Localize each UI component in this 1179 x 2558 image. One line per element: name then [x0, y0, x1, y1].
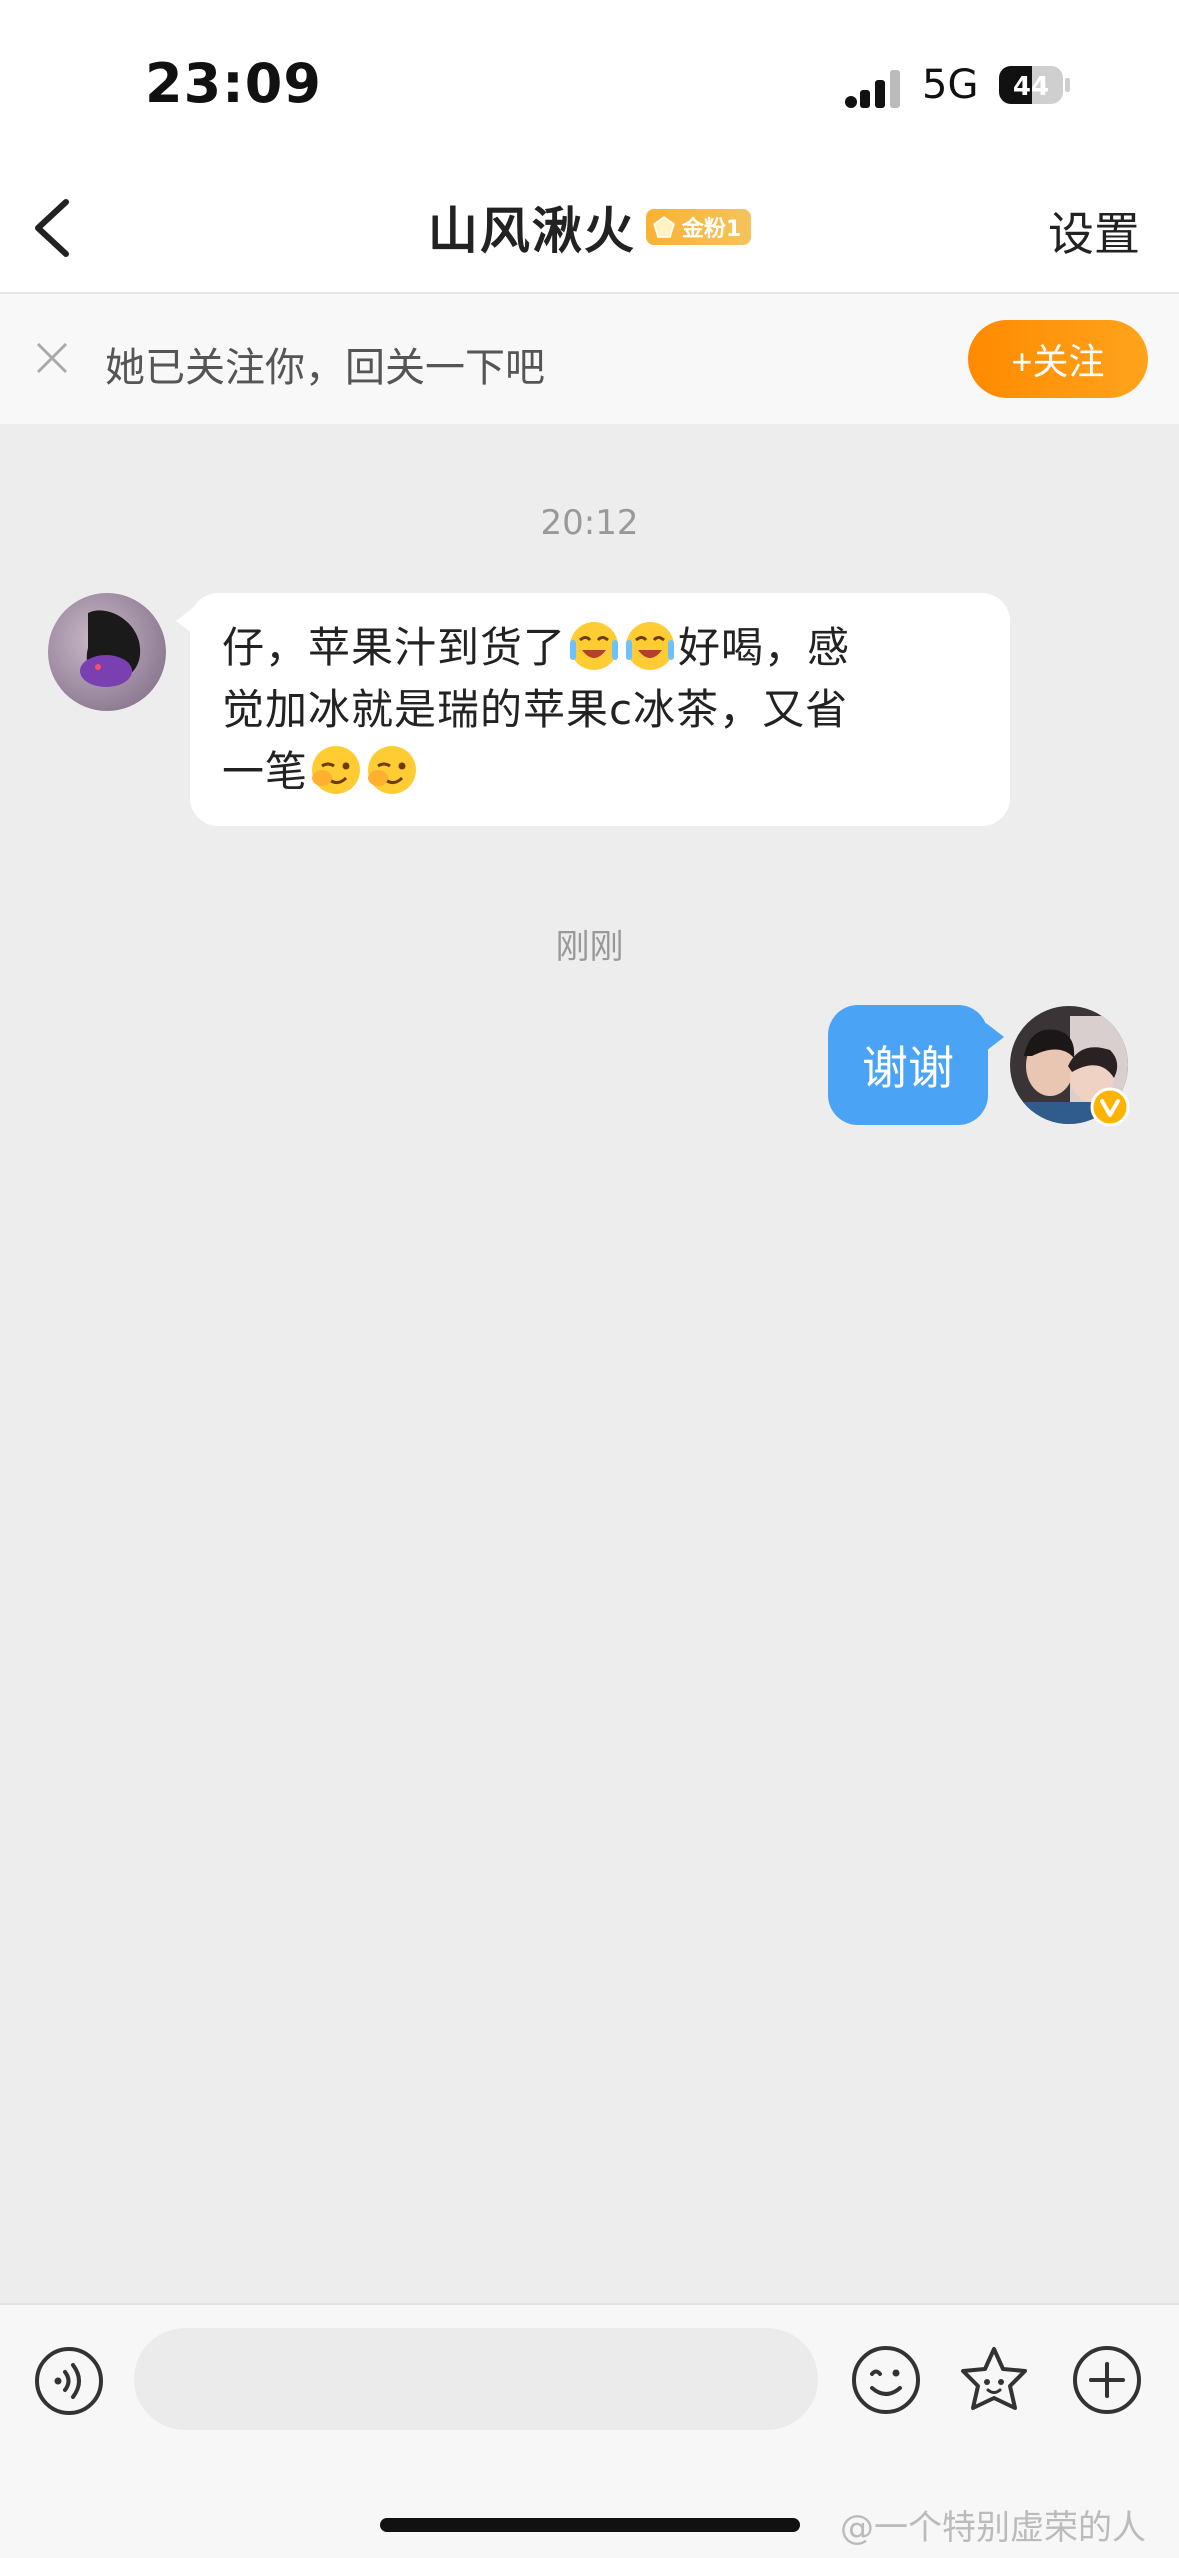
sticker-icon[interactable]: [958, 2344, 1030, 2416]
fan-badge: 金粉1: [645, 209, 752, 245]
voice-icon[interactable]: [34, 2346, 104, 2416]
incoming-message-text: 仔，苹果汁到货了 好喝，感 觉加冰就是瑞的苹果c冰茶，又省 一笔: [222, 617, 980, 803]
sender-avatar[interactable]: [48, 593, 166, 711]
fan-badge-label: 金粉1: [681, 217, 742, 242]
message-line-2: 觉加冰就是瑞的苹果c冰茶，又省: [222, 685, 849, 734]
message-line-1: 仔，苹果汁到货了: [222, 623, 567, 672]
message-input[interactable]: [134, 2328, 818, 2430]
wink-emoji-icon: [368, 746, 417, 794]
laugh-cry-emoji-icon: [626, 622, 675, 670]
gem-icon: [652, 216, 675, 238]
battery-level: 44: [1013, 72, 1049, 102]
message-timestamp: 20:12: [540, 503, 639, 543]
watermark: @一个特别虚荣的人: [840, 2508, 1146, 2548]
outgoing-message-bubble[interactable]: 谢谢: [828, 1005, 1004, 1125]
smile-icon[interactable]: [850, 2344, 922, 2416]
home-indicator[interactable]: [380, 2518, 800, 2532]
incoming-message-bubble[interactable]: 仔，苹果汁到货了 好喝，感 觉加冰就是瑞的苹果c冰茶，又省 一笔: [176, 593, 1010, 826]
settings-button[interactable]: 设置: [1048, 198, 1140, 264]
close-icon[interactable]: [32, 338, 72, 378]
follow-button[interactable]: +关注: [968, 320, 1148, 398]
wink-emoji-icon: [312, 746, 361, 794]
plus-icon[interactable]: [1071, 2344, 1143, 2416]
message-line-3: 一笔: [222, 747, 309, 796]
status-time: 23:09: [145, 52, 322, 115]
verified-icon: [1090, 1087, 1130, 1127]
avatar-image: [48, 593, 166, 711]
laugh-cry-emoji-icon: [570, 622, 619, 670]
message-line-1-after: 好喝，感: [678, 623, 851, 672]
outgoing-message-text: 谢谢: [862, 1041, 954, 1095]
battery-icon: 44: [999, 66, 1070, 104]
title-bar: 山风湫火 金粉1: [0, 190, 1179, 264]
follow-banner-text: 她已关注你，回关一下吧: [105, 345, 545, 391]
signal-icon: [845, 70, 900, 108]
page-title[interactable]: 山风湫火: [428, 191, 636, 263]
network-label: 5G: [922, 62, 979, 108]
message-timestamp: 刚刚: [555, 927, 624, 967]
